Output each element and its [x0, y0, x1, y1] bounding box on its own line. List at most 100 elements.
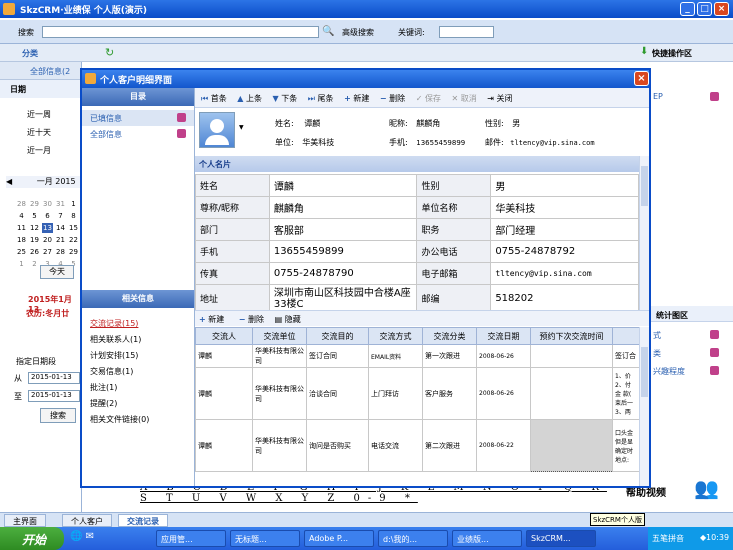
cal-day[interactable]: 1 — [16, 259, 27, 269]
cal-day[interactable]: 21 — [55, 235, 66, 245]
catalog-filled-info[interactable]: 已填信息 — [82, 110, 194, 126]
cal-day[interactable]: 30 — [42, 199, 53, 209]
cal-day[interactable]: 26 — [29, 247, 40, 257]
card-value[interactable]: 0755-24878790 — [268, 262, 418, 285]
cal-day[interactable]: 14 — [55, 223, 66, 233]
card-value[interactable]: 麒麟角 — [268, 196, 418, 219]
close-button[interactable]: × — [714, 2, 729, 16]
tab-main[interactable]: 主界面 — [4, 514, 46, 527]
table-cell-selected[interactable] — [530, 419, 613, 472]
date-search-button[interactable]: 搜索 — [40, 408, 76, 423]
related-reminders[interactable]: 提醒(2) — [90, 396, 149, 412]
card-value[interactable]: 华美科技 — [490, 196, 639, 219]
save-button[interactable]: ✓ 保存 — [416, 88, 441, 109]
cal-day[interactable]: 7 — [55, 211, 66, 221]
shortcut-item-1[interactable]: 式 — [653, 330, 661, 341]
column-header[interactable]: 预约下次交流时间 — [530, 327, 613, 345]
column-header[interactable]: 交流人 — [195, 327, 253, 345]
range-last-month[interactable]: 近一月 — [27, 142, 81, 160]
dialog-close-button[interactable]: × — [634, 71, 649, 86]
cal-day[interactable]: 29 — [29, 199, 40, 209]
tab-communication-records[interactable]: 交流记录 — [118, 514, 168, 527]
eraser-icon[interactable] — [710, 348, 719, 357]
cal-day-selected[interactable]: 13 — [42, 223, 53, 233]
task-folder[interactable]: d:\我的... — [378, 530, 448, 547]
range-last-week[interactable]: 近一周 — [27, 106, 81, 124]
cal-day[interactable]: 31 — [55, 199, 66, 209]
maximize-button[interactable]: □ — [697, 2, 712, 16]
related-file-links[interactable]: 相关文件链接(0) — [90, 412, 149, 428]
cal-day[interactable]: 28 — [16, 199, 27, 209]
search-input[interactable] — [42, 26, 319, 38]
card-value[interactable]: 客服部 — [268, 218, 418, 241]
eraser-icon[interactable] — [710, 366, 719, 375]
card-value[interactable]: 518202 — [490, 284, 639, 313]
cal-day[interactable]: 6 — [42, 211, 53, 221]
related-transactions[interactable]: 交易信息(1) — [90, 364, 149, 380]
column-header[interactable] — [612, 327, 640, 345]
column-header[interactable]: 交流方式 — [368, 327, 423, 345]
card-value[interactable]: 13655459899 — [268, 240, 418, 263]
prev-record-button[interactable]: ▲ 上条 — [237, 88, 262, 109]
quicklaunch-icon[interactable]: 🌐 ✉ — [70, 531, 94, 542]
cal-day[interactable]: 29 — [68, 247, 79, 257]
sub-hide-button[interactable]: ▤ 隐藏 — [275, 315, 301, 324]
cancel-button[interactable]: ✕ 取消 — [451, 88, 476, 109]
task-adobe[interactable]: Adobe P... — [304, 530, 374, 547]
cal-day[interactable]: 28 — [55, 247, 66, 257]
cal-day[interactable]: 4 — [16, 211, 27, 221]
minimize-button[interactable]: _ — [680, 2, 695, 16]
catalog-all-info[interactable]: 全部信息 — [82, 126, 194, 142]
avatar-dropdown-icon[interactable]: ▼ — [239, 124, 244, 131]
today-button[interactable]: 今天 — [40, 265, 74, 279]
cal-day[interactable]: 19 — [29, 235, 40, 245]
table-row[interactable]: 谭麟 华美科技有限公司 询问是否购买 电话交流 第二次跟进 2008-06-22… — [195, 419, 640, 472]
cal-day[interactable]: 25 — [16, 247, 27, 257]
last-record-button[interactable]: ⏭ 尾条 — [308, 88, 334, 109]
card-value[interactable]: 谭麟 — [268, 174, 418, 197]
sub-new-button[interactable]: + 新建 — [199, 315, 224, 324]
cal-day[interactable]: 22 — [68, 235, 79, 245]
delete-record-button[interactable]: − 删除 — [380, 88, 405, 109]
new-record-button[interactable]: + 新建 — [344, 88, 369, 109]
cal-day[interactable]: 12 — [29, 223, 40, 233]
to-date-input[interactable]: 2015-01-13 — [28, 390, 80, 402]
card-value[interactable]: 部门经理 — [490, 218, 639, 241]
cal-day[interactable]: 11 — [16, 223, 27, 233]
related-communication[interactable]: 交流记录(15) — [90, 316, 149, 332]
keyword-select[interactable] — [439, 26, 494, 38]
table-row[interactable]: 谭麟 华美科技有限公司 签订合同 EMAIL资料 第一次跟进 2008-06-2… — [195, 344, 640, 368]
table-row[interactable]: 谭麟 华美科技有限公司 洽谈合同 上门拜访 客户服务 2008-06-26 1、… — [195, 367, 640, 420]
cal-day[interactable]: 2 — [29, 259, 40, 269]
cal-day[interactable]: 18 — [16, 235, 27, 245]
sub-delete-button[interactable]: − 删除 — [239, 315, 264, 324]
card-value[interactable]: 0755-24878792 — [490, 240, 639, 263]
first-record-button[interactable]: ⏮ 首条 — [201, 88, 227, 109]
ime-indicator[interactable]: 五笔拼音 — [652, 533, 684, 544]
eraser-icon[interactable] — [710, 330, 719, 339]
related-notes[interactable]: 批注(1) — [90, 380, 149, 396]
related-plans[interactable]: 计划安排(15) — [90, 348, 149, 364]
task-untitled[interactable]: 无标题... — [230, 530, 300, 547]
card-value[interactable]: 深圳市南山区科技园中合楼A座33楼C — [268, 284, 418, 313]
column-header[interactable]: 交流日期 — [476, 327, 531, 345]
search-icon[interactable]: 🔍 — [322, 26, 334, 37]
task-skzcrm[interactable]: SkzCRM... — [526, 530, 596, 547]
close-dialog-button[interactable]: ⇥ 关闭 — [487, 88, 512, 109]
tab-personal-customer[interactable]: 个人客户 — [62, 514, 112, 527]
card-value[interactable]: tltency@vip.sina.com — [490, 262, 639, 285]
prev-month-icon[interactable]: ◀ — [6, 177, 12, 186]
next-record-button[interactable]: ▼ 下条 — [273, 88, 298, 109]
card-scrollbar[interactable] — [639, 156, 649, 310]
range-last-ten-days[interactable]: 近十天 — [27, 124, 81, 142]
all-info-tab[interactable]: 全部信息(2 — [0, 62, 81, 80]
eraser-icon[interactable] — [710, 92, 719, 101]
start-button[interactable]: 开始 — [0, 527, 64, 550]
cal-day[interactable]: 20 — [42, 235, 53, 245]
cal-day[interactable]: 8 — [68, 211, 79, 221]
shortcut-item-3[interactable]: 兴趣程度 — [653, 366, 685, 377]
card-value[interactable]: 男 — [490, 174, 639, 197]
related-contacts[interactable]: 相关联系人(1) — [90, 332, 149, 348]
avatar[interactable] — [199, 112, 235, 148]
column-header[interactable]: 交流目的 — [306, 327, 369, 345]
